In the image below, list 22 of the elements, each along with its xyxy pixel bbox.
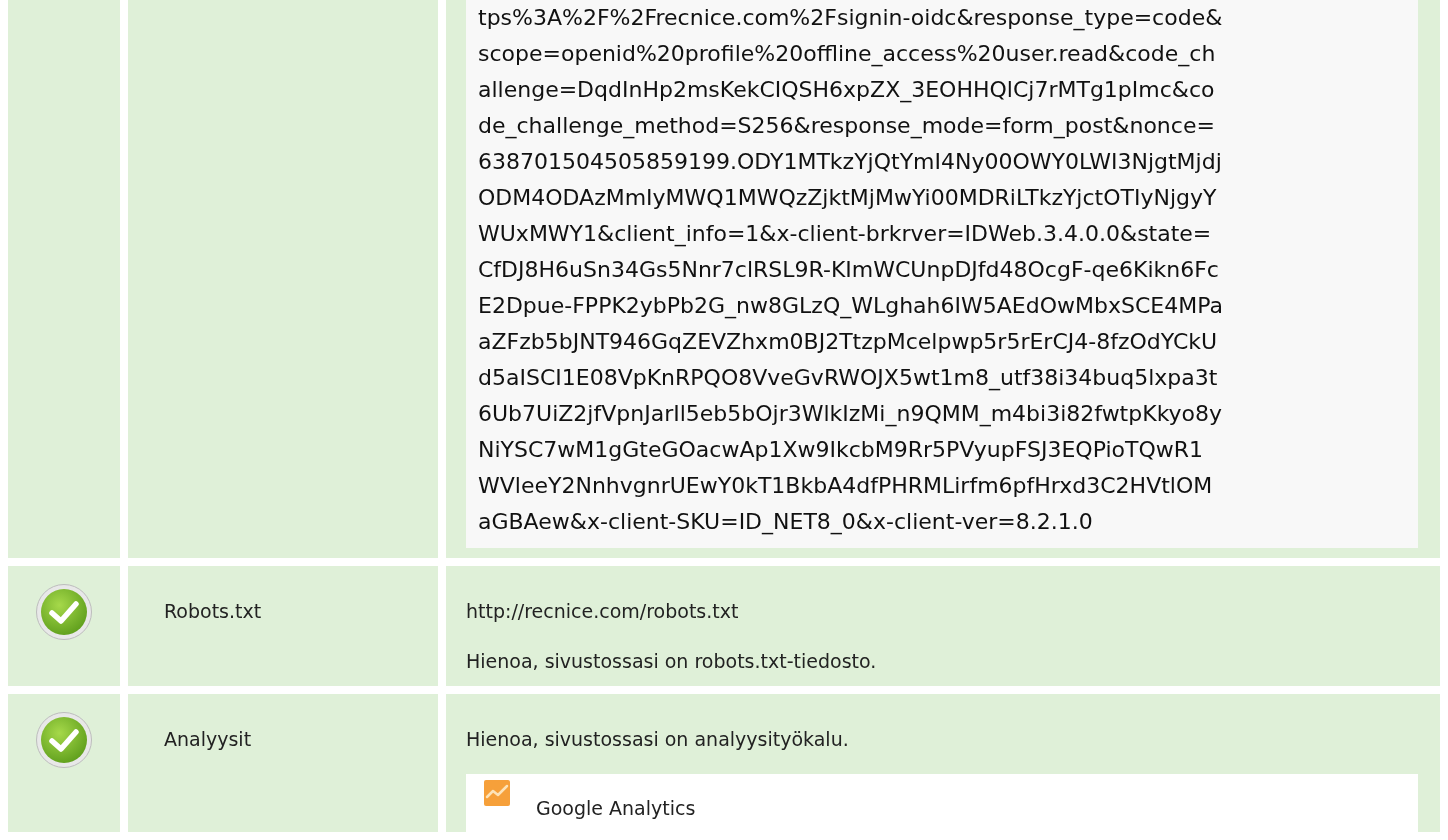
code-line: E2Dpue-FPPK2ybPb2G_nw8GLzQ_WLghah6IW5AEdOwMbxSCE4MPa	[478, 292, 1223, 321]
code-line: tps%3A%2F%2Frecnice.com%2Fsignin-oidc&response_type=code&	[478, 4, 1223, 33]
code-line: scope=openid%20profile%20offline_access%20user.read&code_ch	[478, 40, 1216, 69]
code-line: WVleeY2NnhvgnrUEwY0kT1BkbA4dfPHRMLirfm6pfHrxd3C2HVtlOM	[478, 472, 1213, 500]
code-line: CfDJ8H6uSn34Gs5Nnr7clRSL9R-KImWCUnpDJfd48OcgF-qe6Kikn6Fc	[478, 256, 1219, 284]
code-line: d5aISCI1E08VpKnRPQO8VveGvRWOJX5wt1m8_utf38i34buq5lxpa3t	[478, 364, 1218, 393]
code-line: aZFzb5bJNT946GqZEVZhxm0BJ2TtzpMcelpwp5r5rErCJ4-8fzOdYCkU	[478, 328, 1218, 356]
result-text: Hienoa, sivustossasi on robots.txt-tiedosto.	[466, 649, 877, 674]
code-line: WUxMWY1&client_info=1&x-client-brkrver=IDWeb.3.4.0.0&state=	[478, 220, 1212, 249]
check-label: Robots.txt	[164, 600, 262, 622]
code-line: 638701504505859199.ODY1MTkzYjQtYmI4Ny00OWY0LWI3NjgtMjdj	[478, 148, 1222, 176]
check-label: Analyysit	[164, 728, 252, 750]
tool-name: Google Analytics	[536, 796, 696, 821]
result-text: Hienoa, sivustossasi on analyysityökalu.	[466, 727, 849, 752]
code-line: aGBAew&x-client-SKU=ID_NET8_0&x-client-ver=8.2.1.0	[478, 508, 1093, 537]
chart-icon	[484, 780, 510, 806]
code-line: ODM4ODAzMmIyMWQ1MWQzZjktMjMwYi00MDRiLTkzYjctOTIyNjgyY	[478, 184, 1217, 212]
code-line: NiYSC7wM1gGteGOacwAp1Xw9IkcbM9Rr5PVyupFSJ3EQPioTQwR1	[478, 436, 1204, 464]
code-line: allenge=DqdInHp2msKekCIQSH6xpZX_3EOHHQlCj7rMTg1pImc&co	[478, 76, 1215, 105]
result-text: http://recnice.com/robots.txt	[466, 599, 739, 624]
code-line: de_challenge_method=S256&response_mode=form_post&nonce=	[478, 112, 1215, 141]
code-line: 6Ub7UiZ2jfVpnJarIl5eb5bOjr3WlkIzMi_n9QMM_m4bi3i82fwtpKkyo8y	[478, 400, 1223, 429]
